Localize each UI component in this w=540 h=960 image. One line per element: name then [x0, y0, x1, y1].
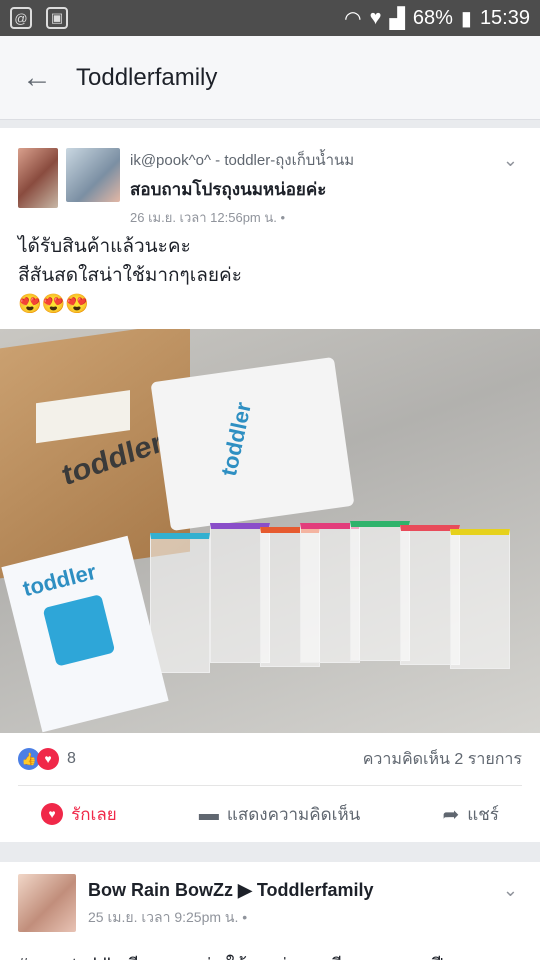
chevron-down-icon[interactable]: ⌄ — [503, 150, 518, 171]
back-arrow-icon[interactable]: ← — [22, 61, 76, 95]
post-stats: 👍 ♥ 8 ความคิดเห็น 2 รายการ — [0, 733, 540, 785]
action-bar: ♥ รักเลย ▬ แสดงความคิดเห็น ➦ แชร์ — [0, 786, 540, 842]
post2-meta: 25 เม.ย. เวลา 9:25pm น. • — [88, 909, 248, 925]
heart-status-icon: ♥ — [369, 6, 382, 29]
signal-icon: ▟ — [389, 7, 405, 30]
post-text: ได้รับสินค้าแล้วนะคะ สีสันสดใสน่าใช้มากๆ… — [0, 222, 540, 329]
box-label — [36, 390, 130, 444]
post-header-2: Bow Rain BowZz ▶ Toddlerfamily 25 เม.ย. … — [0, 862, 540, 944]
top-app-bar: ← Toddlerfamily — [0, 36, 540, 120]
battery-percent: 68% — [412, 6, 453, 29]
post-card: ik@pook^o^ - toddler-ถุงเก็บน้ำนม สอบถาม… — [0, 128, 540, 842]
post-author-line[interactable]: ik@pook^o^ - toddler-ถุงเก็บน้ำนม — [130, 148, 354, 172]
group-avatar[interactable] — [66, 148, 120, 202]
love-button[interactable]: ♥ รักเลย — [41, 801, 117, 828]
heart-icon: ♥ — [41, 803, 64, 825]
post-text-line-1: ได้รับสินค้าแล้วนะคะ — [18, 236, 191, 257]
battery-icon: ▮ — [460, 7, 472, 30]
post-meta: 26 เม.ย. เวลา 12:56pm น. • — [130, 210, 286, 225]
bag-stack: toddler — [150, 356, 355, 532]
post-header: ik@pook^o^ - toddler-ถุงเก็บน้ำนม สอบถาม… — [0, 128, 540, 225]
chevron-down-icon[interactable]: ⌄ — [503, 880, 518, 901]
post2-author-line[interactable]: Bow Rain BowZz ▶ Toddlerfamily — [88, 880, 374, 901]
love-icon: ♥ — [37, 748, 59, 770]
image-notification-icon: ▣ — [46, 7, 68, 29]
comment-icon: ▬ — [198, 802, 219, 825]
post-photo[interactable]: toddler toddler toddler — [0, 329, 540, 733]
share-button-label: แชร์ — [467, 804, 499, 824]
post-subtitle[interactable]: สอบถามโปรถุงนมหน่อยค่ะ — [130, 176, 354, 203]
at-notification-icon: @ — [10, 7, 32, 29]
clock: 15:39 — [479, 6, 530, 29]
post-card-2: Bow Rain BowZz ▶ Toddlerfamily 25 เม.ย. … — [0, 862, 540, 960]
reactions[interactable]: 👍 ♥ — [18, 748, 59, 770]
post2-text: #ถุงนมtoddlerดีมากเลยค่ะ ใช้งานง่าย เหนี… — [0, 944, 540, 960]
front-milk-bag: toddler — [1, 535, 169, 733]
milk-bag — [150, 533, 210, 673]
post-text-line-2: สีสันสดใสน่าใช้มากๆเลยค่ะ — [18, 265, 242, 286]
comment-count[interactable]: ความคิดเห็น 2 รายการ — [363, 747, 522, 772]
status-bar: @ ▣ ◠ ♥ ▟ 68% ▮ 15:39 — [0, 0, 540, 36]
comment-button-label: แสดงความคิดเห็น — [226, 804, 361, 824]
bottle-icon — [42, 593, 116, 667]
author-avatar[interactable] — [18, 148, 58, 208]
author-avatar-2[interactable] — [18, 874, 76, 932]
love-button-label: รักเลย — [71, 804, 117, 824]
page-title: Toddlerfamily — [76, 63, 218, 91]
reaction-count[interactable]: 8 — [67, 750, 76, 768]
share-icon: ➦ — [442, 803, 460, 826]
post-emojis: 😍😍😍 — [18, 294, 89, 315]
front-bag-brand-text: toddler — [20, 558, 99, 602]
share-button[interactable]: ➦ แชร์ — [443, 801, 499, 828]
wifi-icon: ◠ — [344, 7, 362, 30]
comment-button[interactable]: ▬ แสดงความคิดเห็น — [199, 801, 360, 828]
stack-brand-text: toddler — [215, 400, 256, 479]
milk-bag — [450, 529, 510, 669]
